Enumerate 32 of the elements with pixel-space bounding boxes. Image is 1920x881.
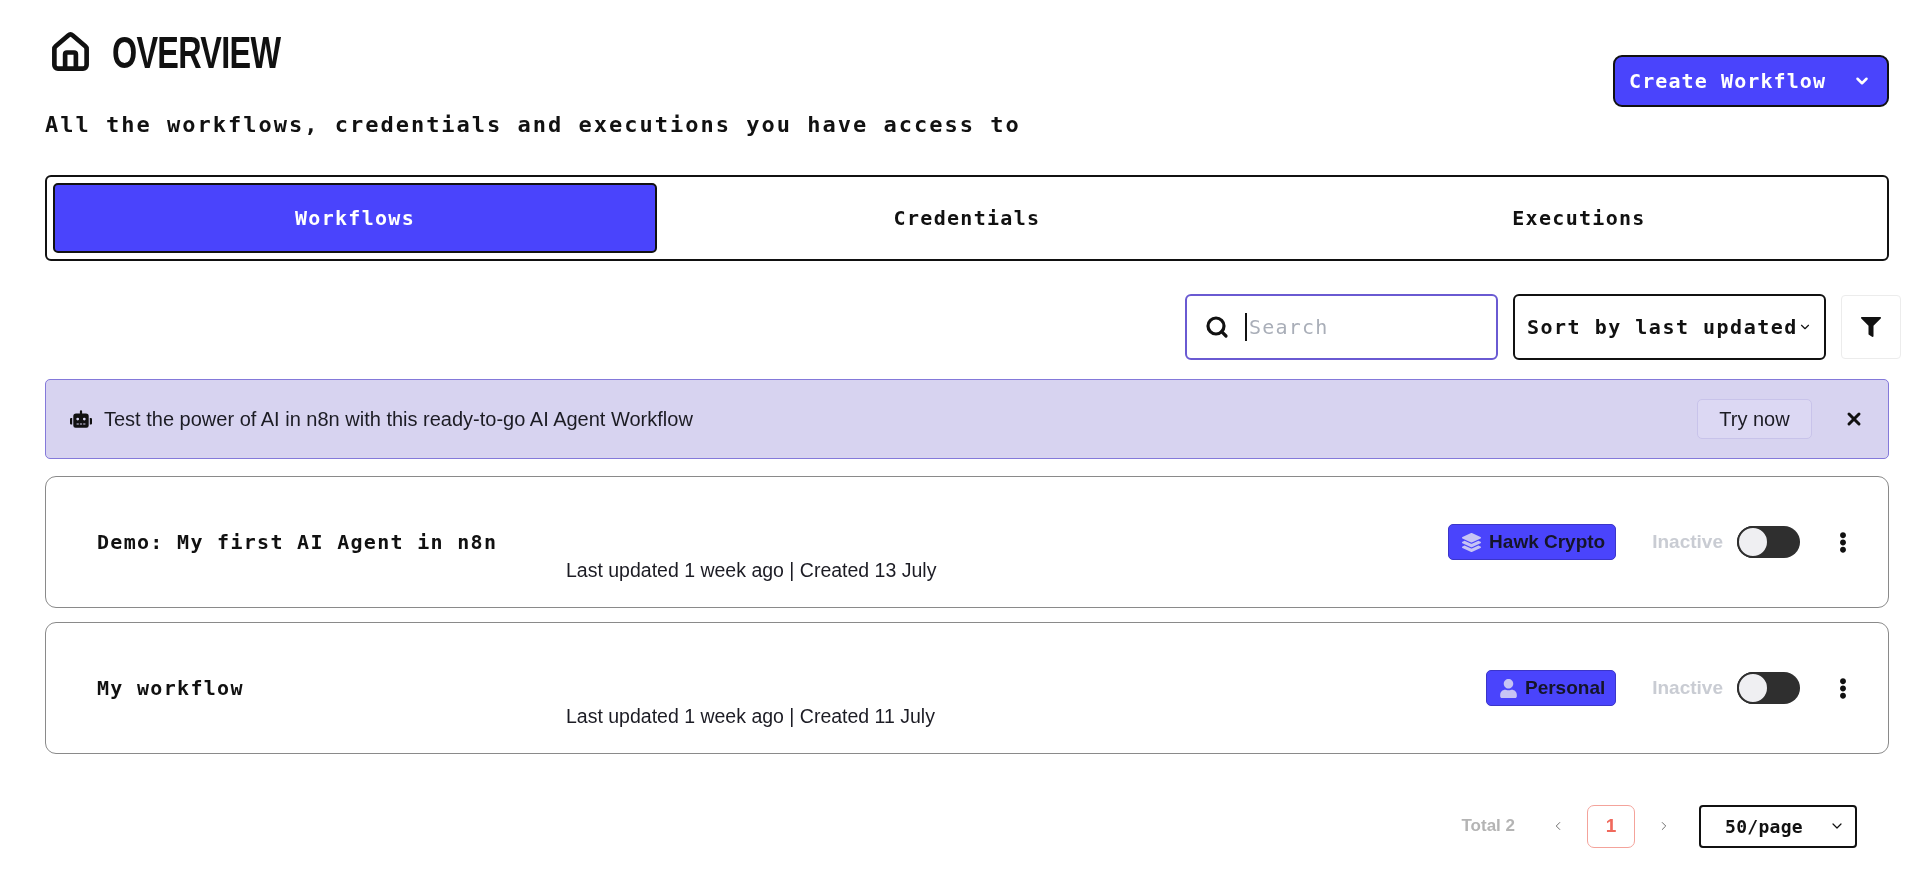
- user-icon: [1499, 678, 1517, 698]
- text-cursor: [1245, 313, 1247, 341]
- workflow-meta: Last updated 1 week ago | Created 13 July: [566, 559, 937, 581]
- banner-text: Test the power of AI in n8n with this ready-to-go AI Agent Workflow: [104, 407, 694, 431]
- create-workflow-button[interactable]: Create Workflow: [1613, 55, 1889, 107]
- owner-label: Personal: [1524, 677, 1606, 699]
- total-count: Total 2: [1461, 816, 1515, 836]
- page-title: OVERVIEW: [112, 30, 281, 75]
- toggle-switch[interactable]: [1737, 526, 1800, 558]
- workflow-meta: Last updated 1 week ago | Created 11 July: [566, 705, 935, 727]
- search-field[interactable]: Search: [1185, 294, 1498, 360]
- page-size-dropdown[interactable]: 50/page: [1699, 804, 1857, 848]
- page-subtitle: All the workflows, credentials and executions you have access to: [45, 112, 1021, 138]
- tab[interactable]: Credentials: [665, 183, 1269, 253]
- workflow-name: My workflow: [97, 675, 244, 701]
- try-now-button[interactable]: Try now: [1697, 399, 1812, 439]
- owner-label: Hawk Crypto: [1489, 531, 1606, 553]
- search-icon: [1205, 315, 1229, 339]
- toggle-switch[interactable]: [1737, 672, 1800, 704]
- tab[interactable]: Executions: [1277, 183, 1881, 253]
- tab[interactable]: Workflows: [53, 183, 657, 253]
- home-icon: [49, 31, 92, 74]
- more-options-button[interactable]: [1838, 677, 1848, 699]
- kebab-icon: [1839, 531, 1847, 553]
- filter-icon: [1861, 317, 1881, 337]
- filter-button[interactable]: [1841, 295, 1901, 359]
- sort-dropdown[interactable]: Sort by last updated: [1513, 294, 1826, 360]
- workflow-name: Demo: My first AI Agent in n8n: [97, 529, 498, 555]
- more-options-button[interactable]: [1838, 531, 1848, 553]
- layers-icon: [1462, 532, 1482, 552]
- kebab-icon: [1839, 677, 1847, 699]
- robot-icon: [70, 410, 92, 428]
